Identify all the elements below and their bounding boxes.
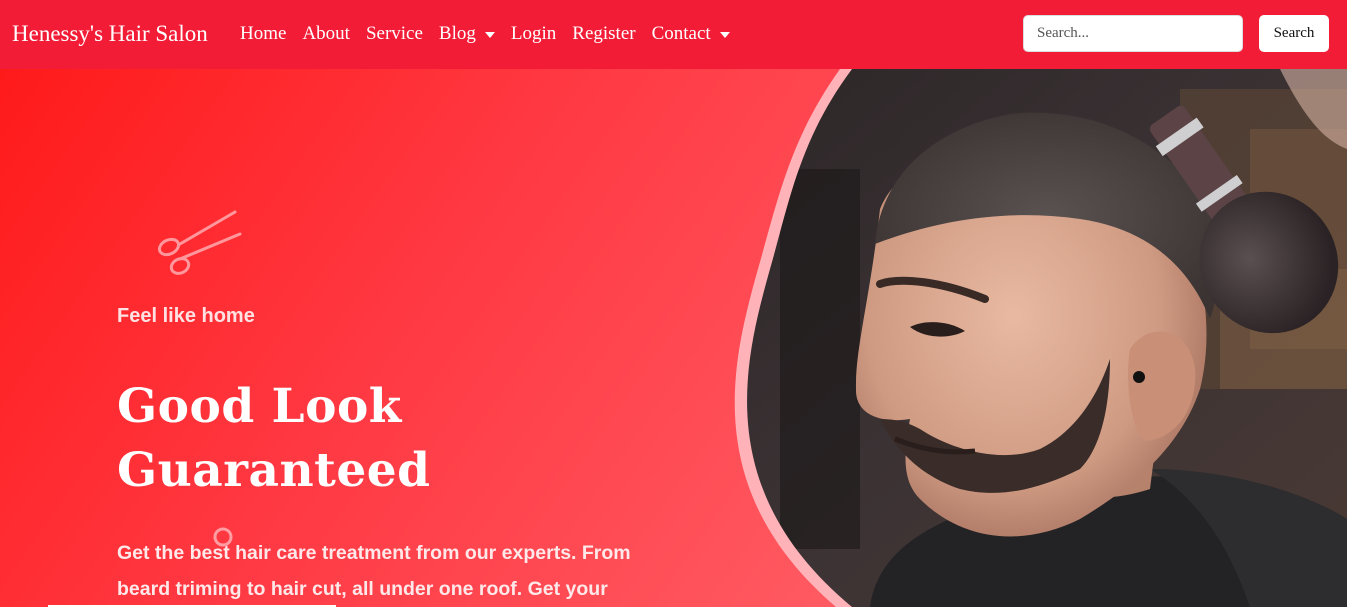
search-input[interactable]: [1023, 15, 1243, 52]
nav-blog-label: Blog: [438, 23, 476, 44]
nav-login-label: Login: [510, 23, 557, 44]
hero-section: Feel like home Good Look Guaranteed Get …: [0, 69, 1347, 607]
nav-about-link[interactable]: About: [302, 20, 350, 48]
nav-contact-label: Contact: [651, 23, 711, 44]
nav-about-label: About: [302, 23, 350, 44]
hero-description: Get the best hair care treatment from ou…: [117, 542, 631, 600]
nav-links: Home About Service Blog Login Register C…: [240, 20, 746, 48]
hero-headline-line2: Guaranteed: [117, 443, 431, 498]
nav-service-label: Service: [365, 23, 423, 44]
brand-link[interactable]: Henessy's Hair Salon: [12, 18, 208, 50]
hero-headline-line1: Good Look: [117, 379, 402, 434]
search-button[interactable]: Search: [1259, 15, 1329, 52]
navbar: Henessy's Hair Salon Home About Service …: [0, 0, 1347, 69]
nav-service-link[interactable]: Service: [366, 20, 423, 48]
scissors-icon: [157, 210, 242, 275]
nav-home-label: Home: [240, 23, 287, 44]
nav-contact-dropdown[interactable]: Contact: [652, 20, 730, 48]
nav-register-label: Register: [572, 23, 636, 44]
nav-register-link[interactable]: Register: [572, 20, 635, 48]
hero-tagline: Feel like home: [117, 305, 255, 327]
nav-blog-dropdown[interactable]: Blog: [439, 20, 495, 48]
caret-down-icon: [719, 32, 730, 38]
nav-home-link[interactable]: Home: [240, 20, 286, 48]
hero-barber-photo: [734, 69, 1347, 607]
nav-login-link[interactable]: Login: [511, 20, 556, 48]
caret-down-icon: [484, 32, 495, 38]
hero-headline: Good Look Guaranteed: [117, 375, 617, 503]
